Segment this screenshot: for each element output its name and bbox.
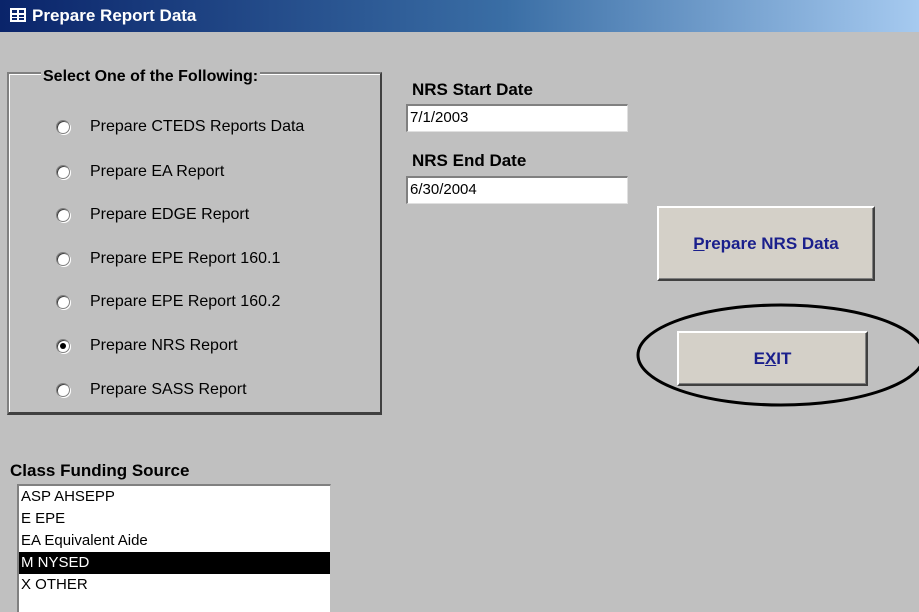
radio-button-selected[interactable] <box>56 339 70 353</box>
exit-label-end: IT <box>776 348 792 368</box>
end-date-label: NRS End Date <box>412 151 527 170</box>
list-item[interactable]: X OTHER <box>19 574 330 596</box>
radio-label: Prepare CTEDS Reports Data <box>90 118 305 135</box>
radio-label: Prepare NRS Report <box>90 337 238 354</box>
radio-button[interactable] <box>56 252 70 266</box>
radio-label: Prepare EDGE Report <box>90 206 250 223</box>
radio-button[interactable] <box>56 120 70 134</box>
radio-label: Prepare EA Report <box>90 163 225 180</box>
list-item-selected[interactable]: M NYSED <box>19 552 330 574</box>
radio-button[interactable] <box>56 383 70 397</box>
radio-button[interactable] <box>56 295 70 309</box>
report-group-title: Select One of the Following: <box>41 66 261 88</box>
radio-label: Prepare SASS Report <box>90 381 247 398</box>
prepare-report-window: Prepare Report Data Select One of the Fo… <box>0 0 919 612</box>
prepare-accelerator: P <box>693 233 705 253</box>
end-date-field[interactable]: 6/30/2004 <box>406 176 628 204</box>
list-item[interactable]: E EPE <box>19 508 330 530</box>
funding-source-label: Class Funding Source <box>10 461 190 480</box>
radio-label: Prepare EPE Report 160.2 <box>90 293 281 310</box>
exit-accelerator: X <box>764 348 777 368</box>
prepare-button-label: repare NRS Data <box>704 233 839 253</box>
list-item[interactable]: ASP AHSEPP <box>19 486 330 508</box>
title-bar[interactable]: Prepare Report Data <box>0 0 919 32</box>
radio-button[interactable] <box>56 165 70 179</box>
prepare-nrs-data-button[interactable]: Prepare NRS Data <box>657 206 875 281</box>
radio-button[interactable] <box>56 208 70 222</box>
radio-label: Prepare EPE Report 160.1 <box>90 250 281 267</box>
window-title: Prepare Report Data <box>32 6 197 25</box>
start-date-field[interactable]: 7/1/2003 <box>406 104 628 132</box>
exit-button[interactable]: E X IT <box>677 331 868 386</box>
start-date-label: NRS Start Date <box>412 80 533 99</box>
form-icon <box>10 8 26 22</box>
exit-label-start: E <box>753 348 765 368</box>
list-item[interactable]: EA Equivalent Aide <box>19 530 330 552</box>
funding-source-listbox[interactable]: ASP AHSEPP E EPE EA Equivalent Aide M NY… <box>17 484 331 612</box>
